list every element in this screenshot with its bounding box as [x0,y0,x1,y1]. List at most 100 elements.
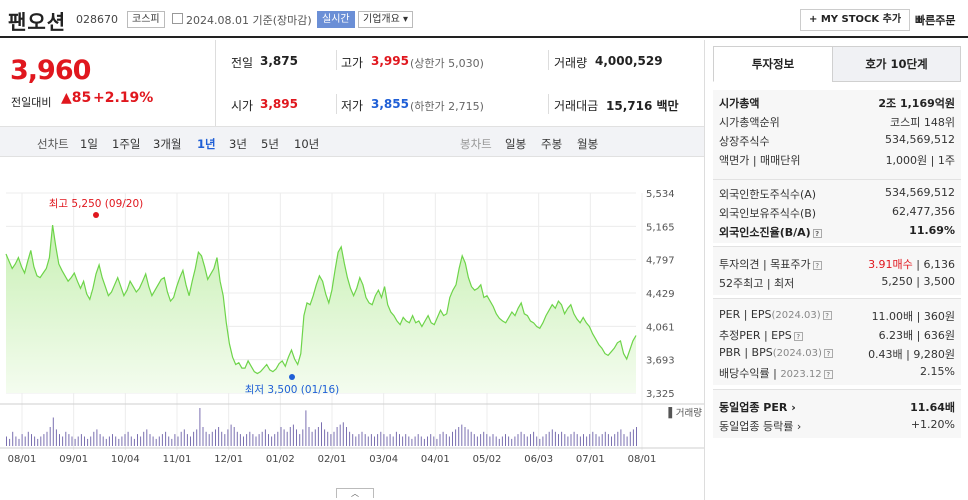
volume-bar [99,434,101,446]
volume-bar [102,436,104,446]
volume-bar [258,434,260,446]
volume-bar [283,429,285,446]
volume-bar [205,431,207,447]
tab-period-3[interactable]: 1년 [197,136,216,152]
divider [548,50,549,70]
current-price: 3,960 [10,55,91,86]
tab-orderbook-10[interactable]: 호가 10단계 [832,46,961,82]
price-area [6,225,636,393]
volume-bar [392,436,394,446]
tab-period-4[interactable]: 3년 [229,136,247,152]
y-tick-label: 4,061 [646,322,675,333]
volume-bar [536,436,538,446]
volume-bar [604,431,606,447]
x-tick-label: 10/04 [111,454,140,465]
help-icon: ? [823,369,833,379]
volume-bar [333,431,335,447]
tab-candle-1[interactable]: 주봉 [541,136,562,152]
company-info-dropdown[interactable]: 기업개요 ▾ [358,11,413,28]
tab-period-6[interactable]: 10년 [294,136,319,152]
volume-bar [402,436,404,446]
collapse-chevron-icon[interactable]: ︿ [336,488,374,498]
quick-order-link[interactable]: 빠른주문 [915,12,955,28]
volume-bar [80,434,82,446]
volume-bar [227,429,229,446]
volume-bar [6,436,7,446]
volume-bar [533,431,535,447]
divider [336,50,337,70]
info-row: 52주최고 | 최저 5,250 | 3,500 [719,275,955,290]
volume-bar [629,431,631,447]
market-badge: 코스피 [127,11,165,28]
help-icon: ? [793,331,803,341]
tab-period-0[interactable]: 1일 [80,136,98,152]
volume-bar [65,431,67,447]
volume-bar [199,408,201,446]
tab-period-2[interactable]: 3개월 [153,136,181,152]
x-tick-label: 03/04 [369,454,398,465]
volume-bar [286,431,288,447]
y-tick-label: 5,534 [646,189,675,200]
realtime-button[interactable]: 실시간 [317,11,355,28]
volume-bar [171,438,173,446]
amount-value: 15,716 백만 [606,99,679,113]
volume-bar [208,434,210,446]
min-label: 최저 3,500 (01/16) [245,384,340,396]
tab-candle-0[interactable]: 일봉 [505,136,526,152]
volume-bar [623,434,625,446]
help-icon: ? [812,260,822,270]
prev-close-label: 전일 [231,56,254,70]
volume-bar [461,424,463,446]
volume-bar [417,434,419,446]
open-label: 시가 [231,99,254,113]
volume-bar [43,434,45,446]
x-tick-label: 09/01 [59,454,88,465]
volume-bar [436,438,438,446]
volume-bar [115,436,117,446]
volume-bar [346,427,347,446]
volume-bar [408,436,410,446]
volume-bar [236,431,238,447]
volume-bar [280,427,282,446]
info-row: 시가총액 2조 1,169억원 [719,97,955,110]
stock-code: 028670 [76,13,118,26]
prev-close-value: 3,875 [260,54,298,68]
info-row: 배당수익률 | 2023.12? 2.15% [719,365,955,380]
volume-bar [264,429,266,446]
volume-bar [62,436,64,446]
volume-bar [486,434,488,446]
volume-bar [355,436,357,446]
volume-bar [324,429,326,446]
x-tick-label: 12/01 [214,454,243,465]
y-tick-label: 5,165 [646,222,675,233]
volume-bar [149,434,151,446]
my-stock-add-button[interactable]: + MY STOCK 추가 [800,9,911,31]
change-label: 전일대비 [11,96,52,109]
volume-bar [636,427,637,446]
volume-bar [59,434,60,446]
volume-bar [567,436,569,446]
tab-period-1[interactable]: 1주일 [112,136,140,152]
tab-period-5[interactable]: 5년 [261,136,279,152]
volume-bar [221,431,223,447]
volume-bar [243,436,244,446]
help-icon: ? [822,310,832,320]
volume-bar [583,434,584,446]
volume-bar [168,436,170,446]
volume-bar [252,434,254,446]
volume-bar [498,438,500,446]
volume-bar [218,427,220,446]
volume-bar [389,434,391,446]
tab-investment-info[interactable]: 투자정보 [713,46,833,82]
y-tick-label: 4,429 [646,289,675,300]
volume-bar [505,434,506,446]
volume-bar [601,434,603,446]
volume-bar [84,436,85,446]
tab-candle-2[interactable]: 월봉 [577,136,598,152]
x-tick-label: 08/01 [8,454,37,465]
lower-limit: (하한가 2,715) [410,100,484,113]
info-row: PBR | BPS(2024.03)? 0.43배 | 9,280원 [719,346,955,361]
volume-bar [470,431,472,447]
volume-bar [211,431,213,447]
volume-bar [15,436,17,446]
